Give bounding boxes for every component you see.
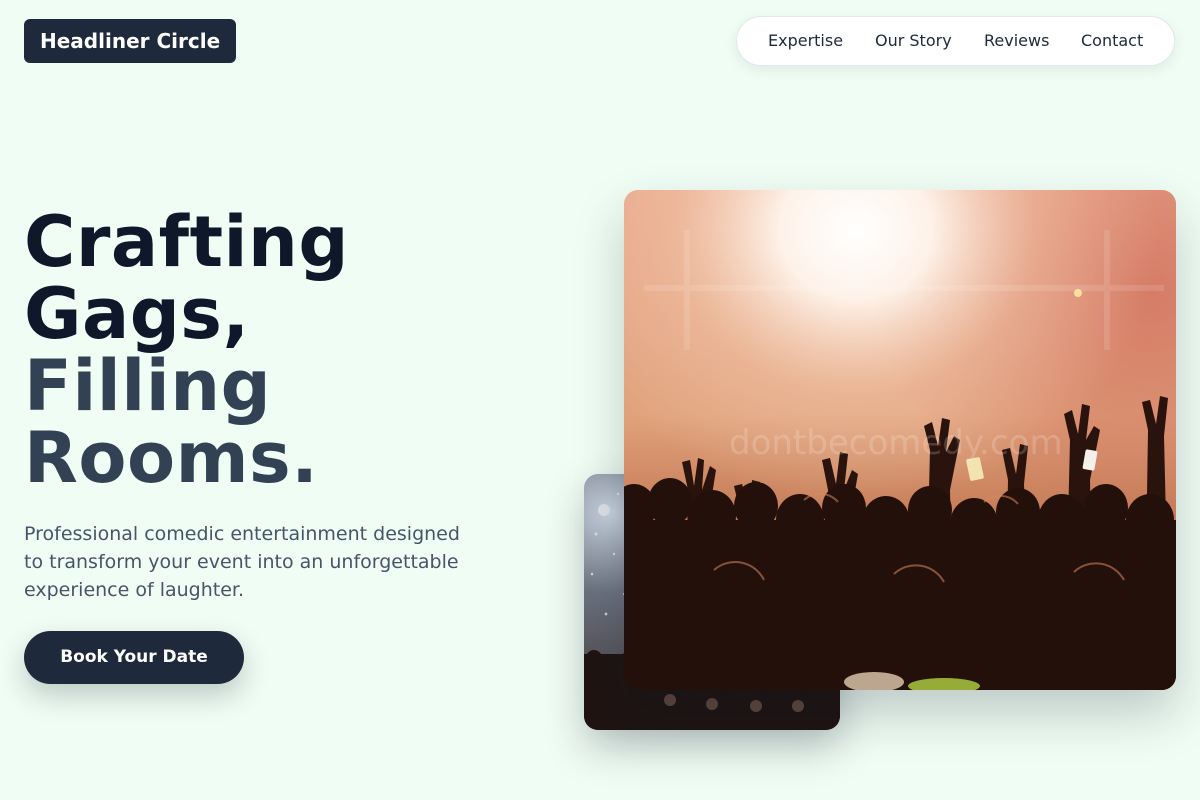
hero-title-line-1: Crafting — [24, 201, 349, 283]
landing-page: Headliner Circle Expertise Our Story Rev… — [0, 0, 1200, 800]
brand-logo[interactable]: Headliner Circle — [24, 19, 237, 63]
hero-title-line-2: Gags, — [24, 273, 250, 355]
hero-title-line-3: Filling — [24, 345, 272, 427]
book-date-button[interactable]: Book Your Date — [24, 631, 244, 684]
concert-crowd-stage-lights-photo: dontbecomedy.com — [624, 190, 1176, 690]
photo-watermark: dontbecomedy.com — [729, 423, 1063, 463]
nav-link-contact[interactable]: Contact — [1081, 17, 1143, 65]
hero-subtitle: Professional comedic entertainment desig… — [24, 523, 460, 601]
main-nav: Expertise Our Story Reviews Contact — [736, 16, 1175, 66]
stage-lights-photo-graphic: dontbecomedy.com — [624, 190, 1176, 690]
nav-link-expertise[interactable]: Expertise — [768, 17, 843, 65]
hero-title: Crafting Gags, Filling Rooms. — [24, 206, 349, 494]
hero-title-line-4: Rooms. — [24, 417, 319, 499]
nav-link-reviews[interactable]: Reviews — [984, 17, 1049, 65]
nav-link-our-story[interactable]: Our Story — [875, 17, 952, 65]
